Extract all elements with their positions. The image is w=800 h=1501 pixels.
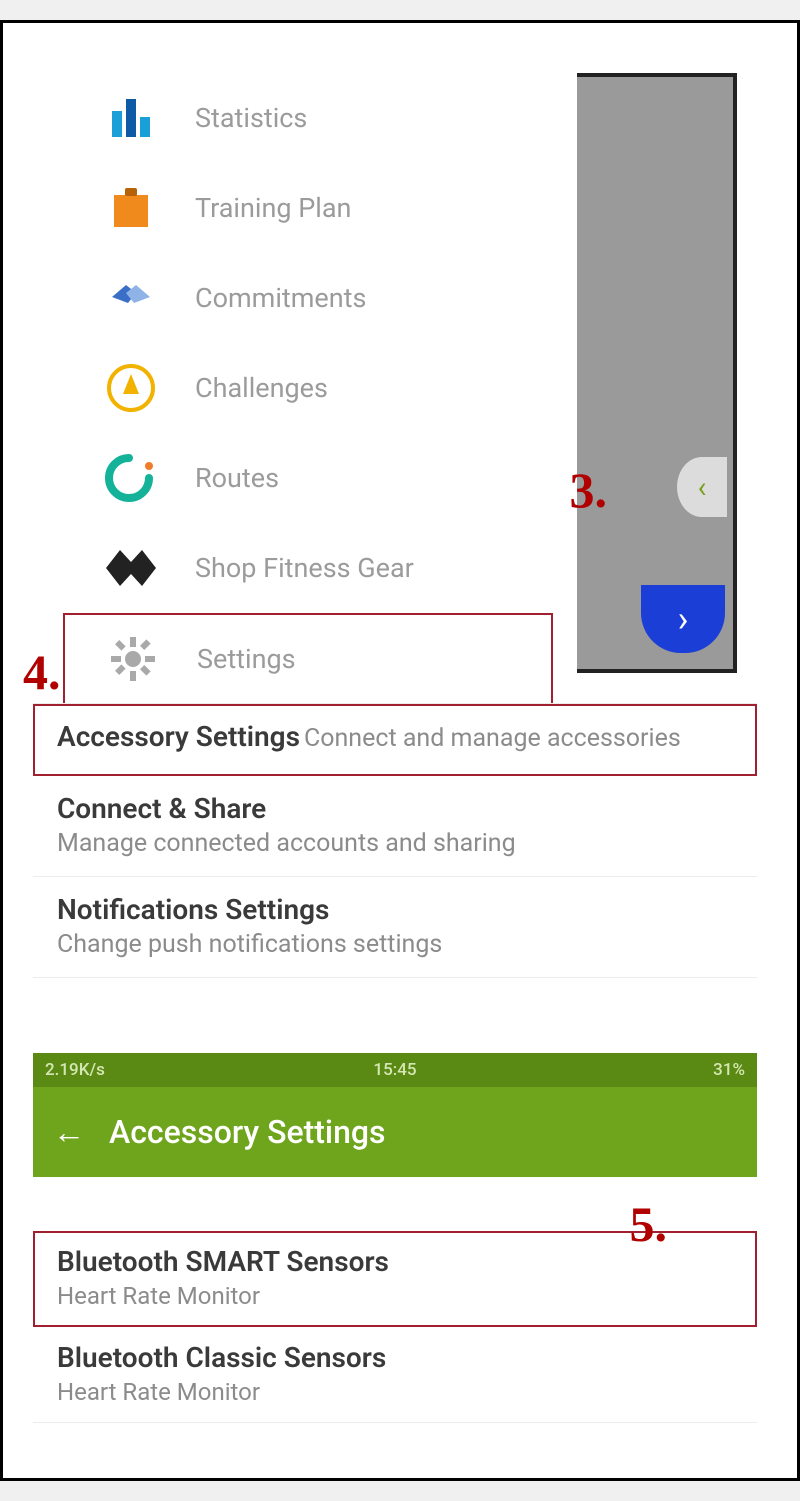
back-arrow-icon[interactable]: ← [53, 1113, 85, 1151]
android-status-bar: 2.19K/s 15:45 31% [33, 1053, 757, 1087]
gear-icon [105, 631, 161, 687]
annotation-4: 4. [23, 643, 61, 701]
settings-row-subtitle: Connect and manage accessories [304, 724, 681, 753]
settings-row-subtitle: Manage connected accounts and sharing [57, 829, 733, 858]
drawer-item-training-plan[interactable]: Training Plan [63, 163, 553, 253]
drawer-item-label: Statistics [195, 102, 307, 134]
challenges-icon [103, 360, 159, 416]
settings-row-title: Connect & Share [57, 792, 733, 825]
accessory-row-title: Bluetooth Classic Sensors [57, 1341, 733, 1374]
drawer-item-label: Training Plan [195, 192, 351, 224]
drawer-item-label: Routes [195, 462, 279, 494]
settings-row-title: Notifications Settings [57, 893, 733, 926]
settings-row-accessory-settings[interactable]: Accessory Settings Connect and manage ac… [33, 704, 757, 776]
drawer-item-settings[interactable]: Settings [63, 613, 553, 705]
nav-drawer: Statistics Training Plan [63, 73, 553, 705]
drawer-item-routes[interactable]: Routes [63, 433, 553, 523]
document-frame: Statistics Training Plan [0, 20, 800, 1481]
shop-icon [103, 540, 159, 596]
drawer-item-label: Shop Fitness Gear [195, 552, 414, 584]
map-collapse-chevron-icon[interactable] [677, 457, 727, 517]
drawer-item-commitments[interactable]: Commitments [63, 253, 553, 343]
drawer-item-label: Commitments [195, 282, 366, 314]
annotation-5: 5. [630, 1195, 668, 1253]
map-background-strip [577, 73, 737, 673]
map-forward-fab[interactable] [641, 585, 725, 653]
settings-row-title: Accessory Settings [57, 720, 300, 753]
drawer-item-challenges[interactable]: Challenges [63, 343, 553, 433]
drawer-item-statistics[interactable]: Statistics [63, 73, 553, 163]
training-plan-icon [103, 180, 159, 236]
annotation-3: 3. [570, 461, 608, 519]
drawer-item-label: Settings [197, 643, 296, 675]
drawer-item-label: Challenges [195, 372, 328, 404]
accessory-row-subtitle: Heart Rate Monitor [57, 1282, 733, 1310]
routes-icon [103, 450, 159, 506]
commitments-icon [103, 270, 159, 326]
settings-row-notifications[interactable]: Notifications Settings Change push notif… [33, 877, 757, 977]
accessory-settings-screen: 2.19K/s 15:45 31% ← Accessory Settings B… [33, 1053, 757, 1458]
status-battery: 31% [713, 1060, 745, 1080]
drawer-section: Statistics Training Plan [63, 73, 737, 693]
statistics-icon [103, 90, 159, 146]
settings-row-connect-share[interactable]: Connect & Share Manage connected account… [33, 776, 757, 877]
drawer-item-shop-fitness-gear[interactable]: Shop Fitness Gear [63, 523, 553, 613]
accessory-row-subtitle: Heart Rate Monitor [57, 1378, 733, 1406]
accessory-app-bar: ← Accessory Settings [33, 1087, 757, 1177]
accessory-row-bt-classic[interactable]: Bluetooth Classic Sensors Heart Rate Mon… [33, 1327, 757, 1423]
status-time: 15:45 [33, 1060, 757, 1080]
app-bar-title: Accessory Settings [109, 1113, 385, 1151]
status-network-speed: 2.19K/s [45, 1060, 105, 1080]
settings-row-subtitle: Change push notifications settings [57, 930, 733, 959]
settings-list: Accessory Settings Connect and manage ac… [33, 703, 757, 978]
